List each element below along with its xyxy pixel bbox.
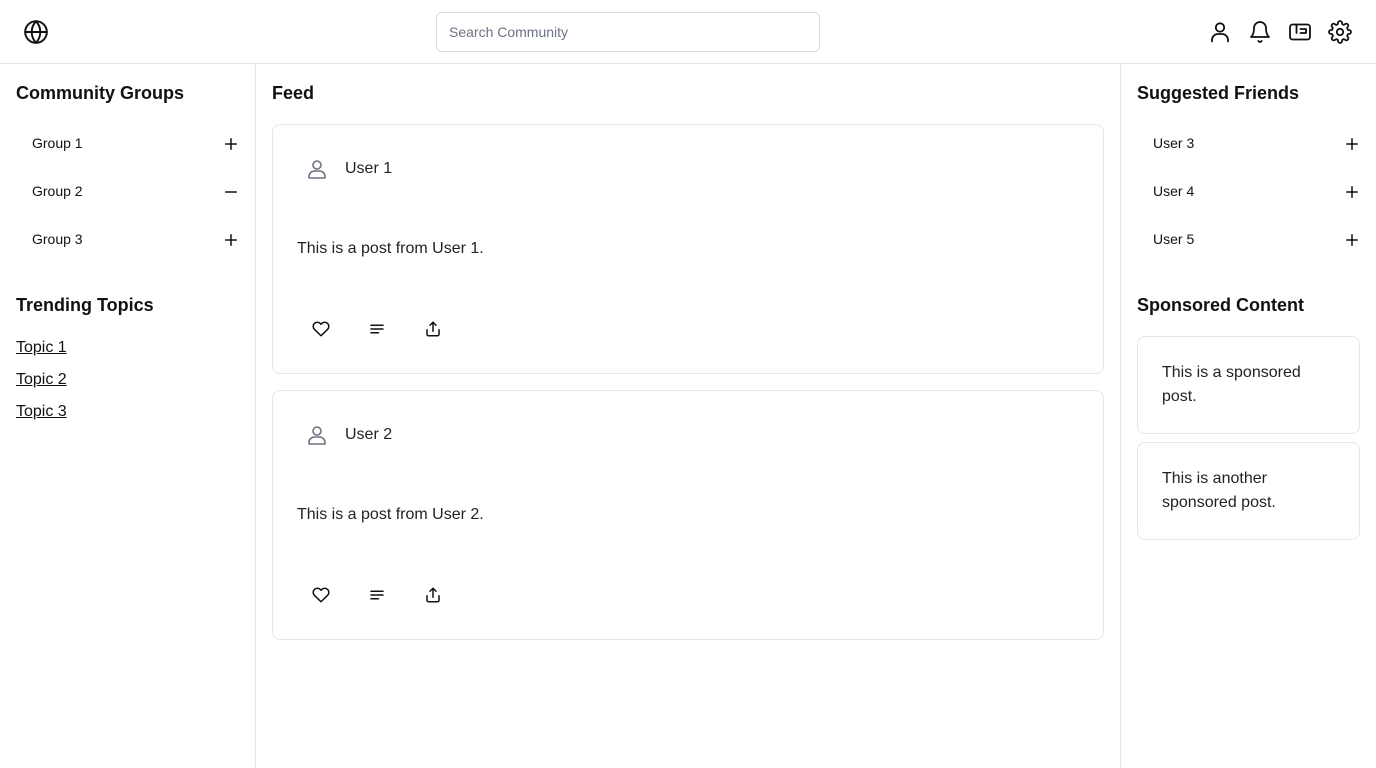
heart-icon[interactable]	[311, 319, 331, 339]
post-username[interactable]: User 1	[345, 160, 392, 178]
settings-icon[interactable]	[1328, 20, 1352, 44]
community-groups-title: Community Groups	[16, 83, 185, 103]
friend-label: User 4	[1153, 183, 1195, 199]
sponsored-card-1[interactable]: This is a sponsored post.	[1137, 336, 1360, 434]
bell-icon[interactable]	[1248, 20, 1272, 44]
minus-icon[interactable]	[222, 183, 240, 201]
post-card: User 2 This is a post from User 2.	[272, 390, 1104, 640]
sponsored-content-title: Sponsored Content	[1137, 295, 1304, 315]
feed-column: Feed User 1 This is a post from User 1. …	[256, 64, 1120, 768]
plus-icon[interactable]	[222, 135, 240, 153]
group-label: Group 1	[32, 135, 83, 151]
comment-icon[interactable]	[367, 585, 387, 605]
feed-title: Feed	[272, 83, 315, 103]
post-card: User 1 This is a post from User 1.	[272, 124, 1104, 374]
heart-icon[interactable]	[311, 585, 331, 605]
friend-label: User 5	[1153, 231, 1195, 247]
trending-topics-title: Trending Topics	[16, 295, 154, 315]
topic-link-3[interactable]: Topic 3	[16, 403, 67, 421]
group-label: Group 2	[32, 183, 83, 199]
friend-item-1[interactable]: User 3	[1153, 128, 1361, 160]
plus-icon[interactable]	[1343, 183, 1361, 201]
plus-icon[interactable]	[1343, 231, 1361, 249]
group-label: Group 3	[32, 231, 83, 247]
comment-icon[interactable]	[367, 319, 387, 339]
plus-icon[interactable]	[222, 231, 240, 249]
right-sidebar: Suggested Friends User 3 User 4 User 5 S…	[1120, 64, 1376, 768]
topic-link-1[interactable]: Topic 1	[16, 339, 67, 357]
post-content: This is a post from User 1.	[297, 240, 484, 257]
group-item-1[interactable]: Group 1	[32, 128, 240, 160]
suggested-friends-title: Suggested Friends	[1137, 83, 1300, 103]
friend-label: User 3	[1153, 135, 1195, 151]
user-avatar-icon	[305, 423, 329, 447]
post-content: This is a post from User 2.	[297, 506, 484, 523]
sponsored-card-2[interactable]: This is another sponsored post.	[1137, 442, 1360, 540]
search-input[interactable]	[436, 12, 820, 52]
group-item-3[interactable]: Group 3	[32, 224, 240, 256]
friend-item-3[interactable]: User 5	[1153, 224, 1361, 256]
left-sidebar: Community Groups Group 1 Group 2 Group 3…	[0, 64, 256, 768]
globe-icon[interactable]	[23, 19, 49, 45]
share-icon[interactable]	[423, 585, 443, 605]
wallet-icon[interactable]	[1288, 20, 1312, 44]
post-username[interactable]: User 2	[345, 426, 392, 444]
user-icon[interactable]	[1208, 20, 1232, 44]
group-item-2[interactable]: Group 2	[32, 176, 240, 208]
friend-item-2[interactable]: User 4	[1153, 176, 1361, 208]
plus-icon[interactable]	[1343, 135, 1361, 153]
user-avatar-icon	[305, 157, 329, 181]
share-icon[interactable]	[423, 319, 443, 339]
topic-link-2[interactable]: Topic 2	[16, 371, 67, 389]
top-header	[0, 0, 1376, 64]
